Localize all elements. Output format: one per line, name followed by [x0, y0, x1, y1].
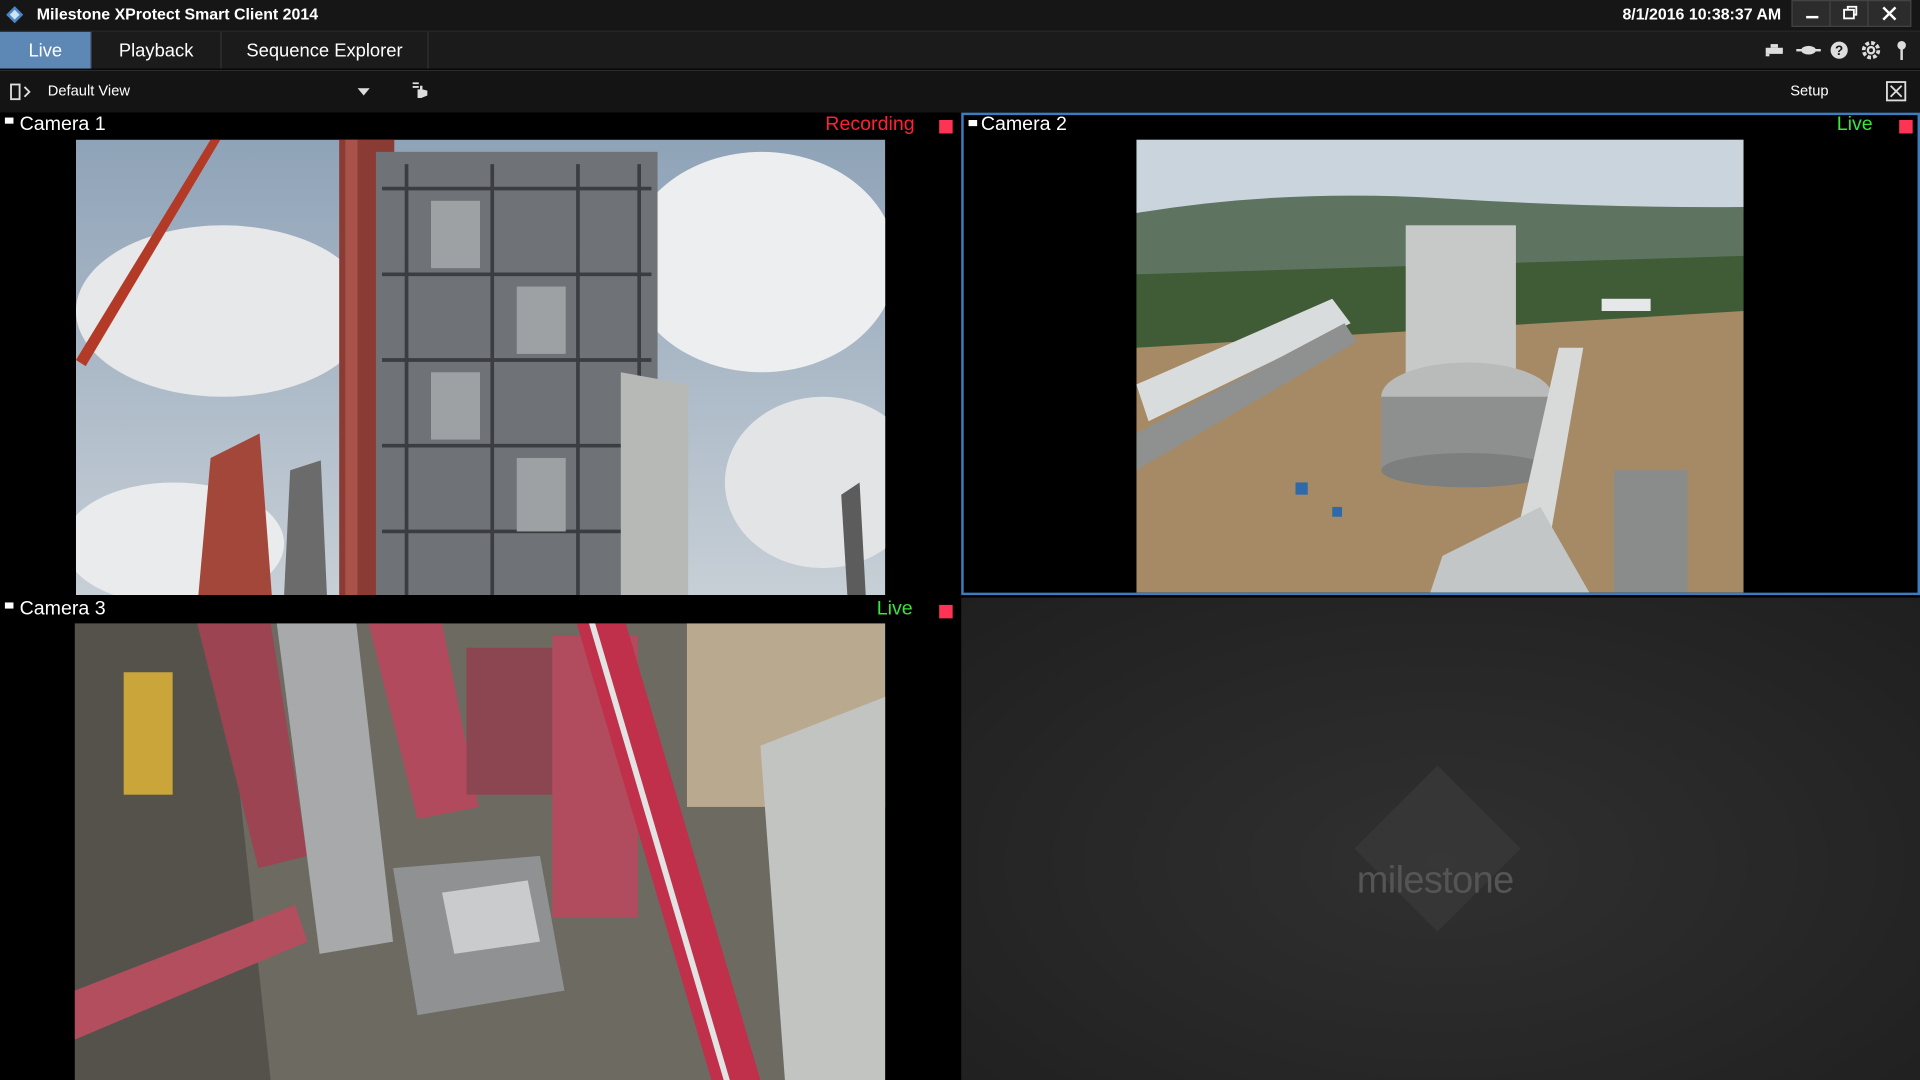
close-button[interactable] [1867, 0, 1912, 27]
setup-button[interactable]: Setup [1790, 82, 1828, 99]
tab-bar: Live Playback Sequence Explorer ? [0, 31, 1920, 69]
minimize-button[interactable] [1791, 0, 1831, 27]
camera-video-feed [1136, 139, 1744, 593]
view-toolbar: Default View Setup [0, 69, 1920, 113]
clock: 8/1/2016 10:38:37 AM [1622, 4, 1782, 24]
camera-flag-icon [4, 117, 14, 124]
minimize-icon [1806, 15, 1819, 19]
hand-cursor-icon[interactable] [408, 80, 432, 104]
camera-1-image [75, 139, 886, 596]
help-icon[interactable]: ? [1829, 39, 1851, 61]
view-selector[interactable]: Default View [40, 75, 377, 107]
panel-toggle-icon[interactable] [10, 82, 34, 102]
camera-3-image [74, 623, 886, 1080]
camera-tile-1[interactable]: Camera 1 Recording [0, 112, 959, 596]
settings-icon[interactable] [1860, 39, 1884, 61]
disconnect-icon[interactable] [1795, 39, 1822, 61]
camera-name: Camera 1 [19, 113, 106, 135]
recording-indicator [939, 120, 953, 134]
camera-video-feed [75, 139, 886, 596]
camera-status: Live [876, 598, 913, 620]
camera-flag-icon [968, 120, 978, 127]
view-name: Default View [47, 82, 130, 100]
camera-name: Camera 3 [19, 598, 106, 620]
camera-name: Camera 2 [980, 113, 1067, 135]
camera-2-image [1136, 139, 1744, 593]
camera-status: Live [1836, 113, 1873, 135]
restore-button[interactable] [1829, 0, 1869, 27]
tab-live[interactable]: Live [0, 31, 92, 69]
camera-tile-2[interactable]: Camera 2 Live [961, 112, 1920, 596]
recording-indicator [939, 604, 953, 619]
svg-text:?: ? [1835, 43, 1843, 58]
camera-status: Recording [825, 113, 915, 135]
title-bar: Milestone XProtect Smart Client 2014 8/1… [0, 0, 1920, 32]
app-title: Milestone XProtect Smart Client 2014 [36, 4, 319, 24]
camera-tile-3[interactable]: Camera 3 Live [0, 597, 959, 1080]
chevron-down-icon [357, 88, 370, 96]
pin-icon[interactable] [1893, 39, 1910, 61]
network-icon[interactable] [1763, 39, 1787, 61]
close-icon [1882, 6, 1897, 21]
restore-icon [1843, 5, 1858, 20]
milestone-watermark: milestone [1356, 858, 1515, 902]
tab-sequence-explorer[interactable]: Sequence Explorer [222, 31, 429, 69]
fullscreen-icon[interactable] [1886, 81, 1908, 103]
tab-playback[interactable]: Playback [92, 31, 222, 69]
camera-flag-icon [4, 602, 14, 609]
camera-video-feed [74, 623, 886, 1080]
milestone-logo-icon [6, 6, 24, 24]
recording-indicator [1899, 120, 1913, 134]
smart-client-window: Milestone XProtect Smart Client 2014 8/1… [0, 0, 1920, 1080]
